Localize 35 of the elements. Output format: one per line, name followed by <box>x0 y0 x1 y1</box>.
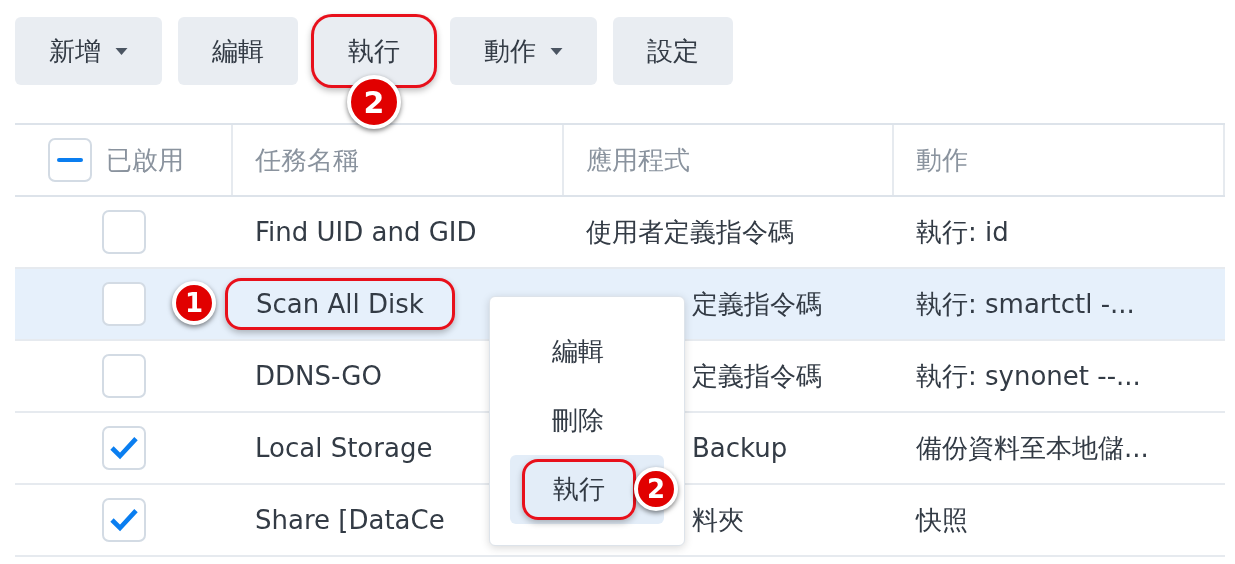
column-header: 已啟用 <box>106 143 184 177</box>
task-action: 執行: smartctl -... <box>916 287 1135 321</box>
task-name: Find UID and GID <box>255 217 477 247</box>
task-name: Local Storage <box>255 433 433 463</box>
enabled-checkbox[interactable] <box>102 354 146 398</box>
caret-icon <box>550 47 563 55</box>
column-header: 應用程式 <box>586 143 690 177</box>
task-action: 備份資料至本地儲... <box>916 431 1149 465</box>
enabled-checkbox[interactable] <box>102 282 146 326</box>
menu-item[interactable]: 刪除 <box>510 386 664 455</box>
toolbar-button[interactable]: 設定 <box>613 17 733 85</box>
enabled-checkbox[interactable] <box>102 210 146 254</box>
highlighted-task-name: Scan All Disk <box>225 278 455 330</box>
application-name: 使用者定義指令碼 <box>586 215 794 249</box>
task-action: 快照 <box>916 503 968 537</box>
toolbar-button[interactable]: 編輯 <box>178 17 298 85</box>
task-name: DDNS-GO <box>255 361 382 391</box>
task-action: 執行: synonet --... <box>916 359 1141 393</box>
column-header: 動作 <box>916 143 968 177</box>
application-name: 定義指令碼 <box>692 359 822 393</box>
column-header: 任務名稱 <box>255 143 359 177</box>
dash-icon <box>57 158 83 162</box>
application-name: Backup <box>692 433 788 463</box>
step-badge: 1 <box>172 281 216 325</box>
select-all-checkbox[interactable] <box>48 138 92 182</box>
task-action: 執行: id <box>916 215 1009 249</box>
application-name: 定義指令碼 <box>692 287 822 321</box>
toolbar-button[interactable]: 動作 <box>450 17 597 85</box>
task-name: Share [DataCe <box>255 505 445 535</box>
enabled-checkbox[interactable] <box>102 498 146 542</box>
enabled-checkbox[interactable] <box>102 426 146 470</box>
application-name: 料夾 <box>692 503 744 537</box>
toolbar-button[interactable]: 執行 <box>314 17 434 85</box>
toolbar-button[interactable]: 新增 <box>15 17 162 85</box>
caret-icon <box>115 47 128 55</box>
